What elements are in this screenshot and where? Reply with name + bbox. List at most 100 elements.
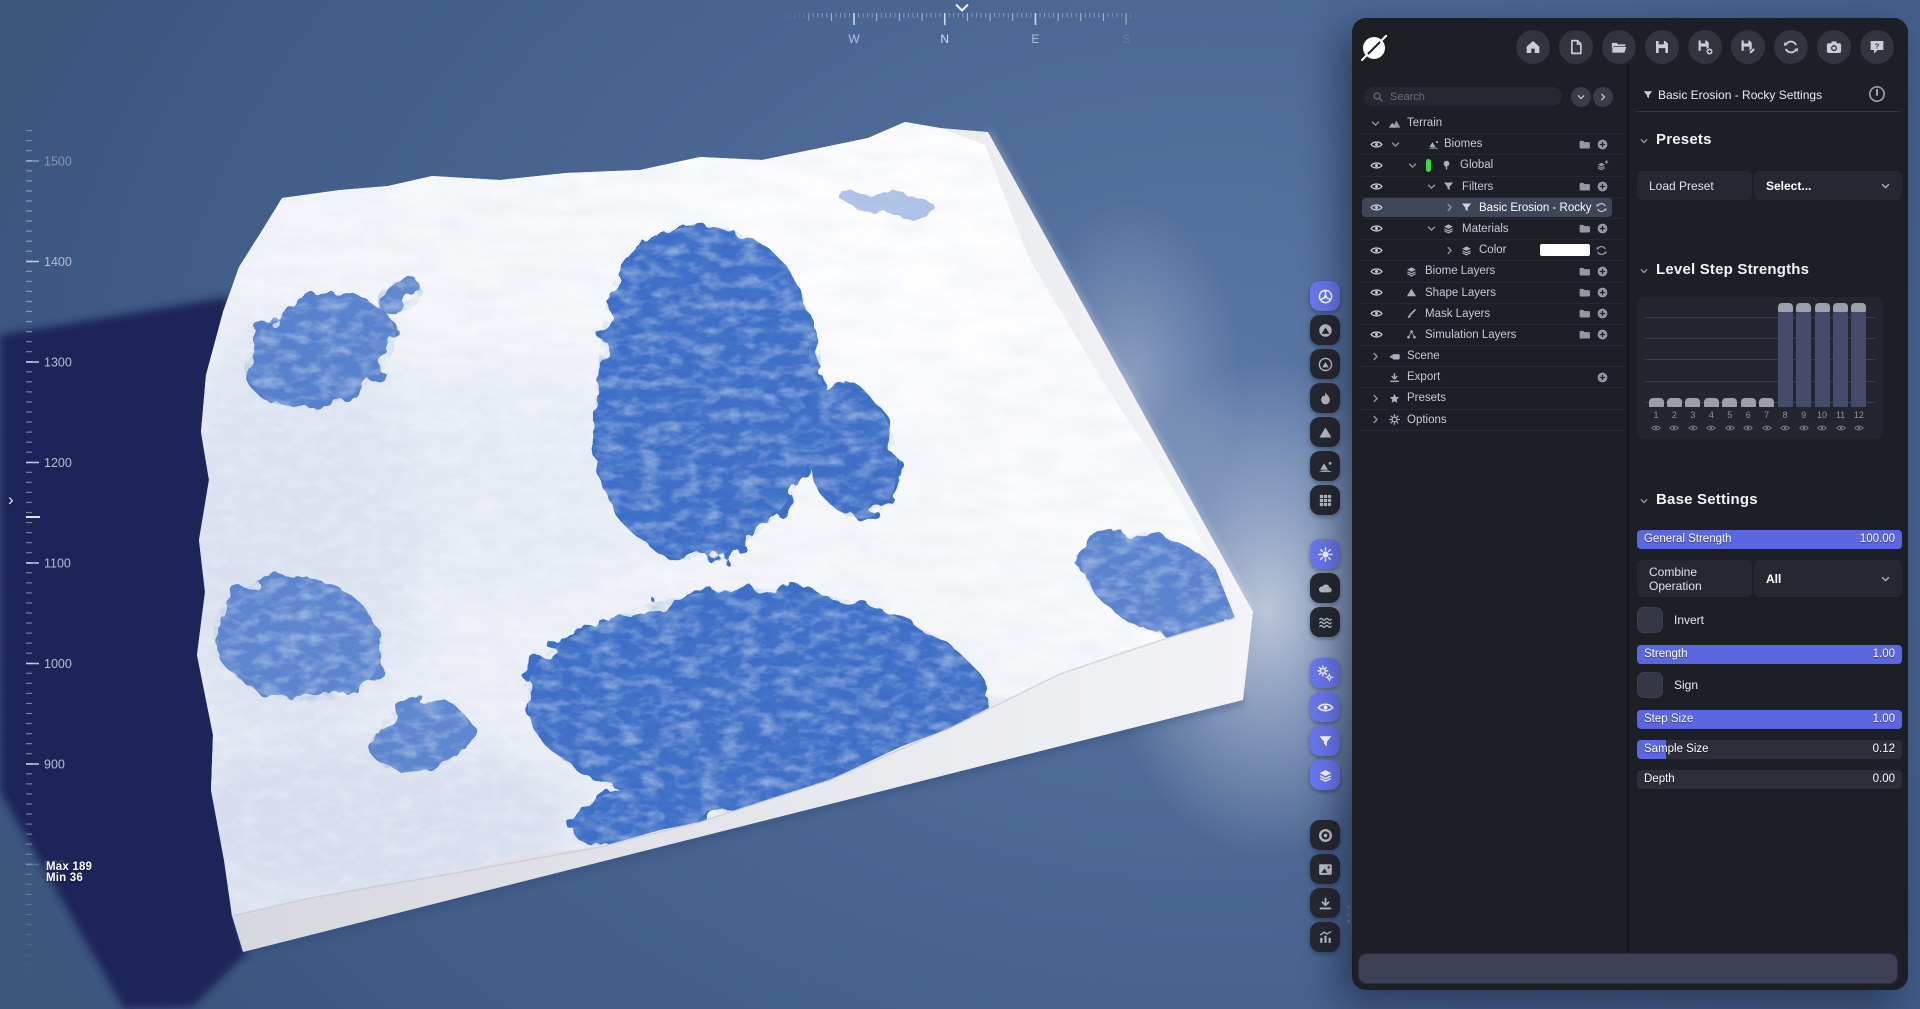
chevron-down-icon[interactable] — [1369, 117, 1382, 130]
view-biome-button[interactable] — [1310, 451, 1340, 481]
depth-slider[interactable]: Depth 0.00 — [1637, 770, 1902, 789]
eye-icon[interactable] — [1799, 423, 1809, 433]
folder-icon[interactable] — [1578, 265, 1591, 278]
add-icon[interactable] — [1596, 371, 1609, 384]
tree-row-materials[interactable]: Materials — [1360, 219, 1624, 240]
chevron-right-icon[interactable] — [1369, 413, 1382, 426]
view-mode-wire-button[interactable] — [1310, 349, 1340, 379]
add-icon[interactable] — [1596, 222, 1609, 235]
presets-section-heading[interactable]: Presets — [1656, 131, 1712, 148]
level-bar-handle[interactable] — [1685, 398, 1700, 407]
show-filters-button[interactable] — [1310, 726, 1340, 756]
tree-row-terrain[interactable]: Terrain — [1360, 113, 1624, 134]
eye-icon[interactable] — [1688, 423, 1698, 433]
add-icon[interactable] — [1596, 265, 1609, 278]
level-bar-handle[interactable] — [1833, 303, 1848, 312]
folder-icon[interactable] — [1578, 328, 1591, 341]
add-icon[interactable] — [1596, 138, 1609, 151]
tree-row-scene[interactable]: Scene — [1360, 346, 1624, 367]
chevron-down-icon[interactable] — [1406, 159, 1419, 172]
collapse-all-button[interactable] — [1571, 87, 1591, 107]
record-button[interactable] — [1310, 820, 1340, 850]
level-bar-handle[interactable] — [1759, 398, 1774, 407]
tree-row-biome-layers[interactable]: Biome Layers — [1360, 261, 1624, 282]
view-heatmap-button[interactable] — [1310, 383, 1340, 413]
chevron-right-icon[interactable] — [1369, 350, 1382, 363]
combine-operation-dropdown[interactable]: All — [1754, 560, 1902, 597]
eye-icon[interactable] — [1370, 307, 1383, 320]
folder-icon[interactable] — [1578, 180, 1591, 193]
eye-icon[interactable] — [1725, 423, 1735, 433]
water-button[interactable] — [1310, 607, 1340, 637]
view-mode-terrain-button[interactable] — [1310, 281, 1340, 311]
eye-icon[interactable] — [1706, 423, 1716, 433]
tree-row-global[interactable]: Global — [1360, 155, 1624, 176]
panel-options-icon[interactable] — [1867, 84, 1887, 104]
chevron-down-icon[interactable] — [1638, 135, 1650, 147]
chevron-down-icon[interactable] — [1638, 495, 1650, 507]
clouds-button[interactable] — [1310, 573, 1340, 603]
tree-row-simulation-layers[interactable]: Simulation Layers — [1360, 325, 1624, 346]
level-section-heading[interactable]: Level Step Strengths — [1656, 261, 1809, 278]
level-bar-handle[interactable] — [1704, 398, 1719, 407]
refresh-icon[interactable] — [1595, 201, 1608, 214]
level-bar-handle[interactable] — [1796, 303, 1811, 312]
help-button[interactable] — [1860, 30, 1894, 64]
add-layer-icon[interactable] — [1596, 159, 1609, 172]
expand-all-button[interactable] — [1593, 87, 1613, 107]
new-file-button[interactable] — [1559, 30, 1593, 64]
invert-checkbox[interactable] — [1637, 607, 1663, 633]
save-edit-button[interactable] — [1731, 30, 1765, 64]
add-icon[interactable] — [1596, 180, 1609, 193]
eye-icon[interactable] — [1854, 423, 1864, 433]
view-grid-button[interactable] — [1310, 485, 1340, 515]
eye-icon[interactable] — [1370, 244, 1383, 257]
refresh-icon[interactable] — [1595, 244, 1608, 257]
eye-icon[interactable] — [1370, 222, 1383, 235]
eye-icon[interactable] — [1370, 180, 1383, 193]
eye-icon[interactable] — [1370, 159, 1383, 172]
home-button[interactable] — [1516, 30, 1550, 64]
tree-row-basic-erosion-rocky[interactable]: Basic Erosion - Rocky — [1360, 198, 1624, 219]
tree-row-mask-layers[interactable]: Mask Layers — [1360, 304, 1624, 325]
eye-icon[interactable] — [1836, 423, 1846, 433]
eye-icon[interactable] — [1370, 138, 1383, 151]
add-icon[interactable] — [1596, 307, 1609, 320]
view-mode-shaded-button[interactable] — [1310, 315, 1340, 345]
level-bar[interactable] — [1815, 312, 1830, 407]
chevron-down-icon[interactable] — [1638, 265, 1650, 277]
sign-checkbox[interactable] — [1637, 672, 1663, 698]
level-bar-handle[interactable] — [1722, 398, 1737, 407]
tree-row-shape-layers[interactable]: Shape Layers — [1360, 283, 1624, 304]
level-bar-handle[interactable] — [1649, 398, 1664, 407]
add-icon[interactable] — [1596, 328, 1609, 341]
tree-row-presets[interactable]: Presets — [1360, 388, 1624, 409]
view-shape-button[interactable] — [1310, 417, 1340, 447]
strength-slider[interactable]: Strength 1.00 — [1637, 645, 1902, 664]
chevron-right-icon[interactable] — [1443, 201, 1456, 214]
compass-ribbon[interactable]: WNES — [782, 2, 1150, 48]
search-input[interactable]: Search — [1364, 87, 1562, 106]
chevron-down-icon[interactable] — [1425, 222, 1438, 235]
snapshot-button[interactable] — [1310, 854, 1340, 884]
level-bar-handle[interactable] — [1851, 303, 1866, 312]
show-layers-button[interactable] — [1310, 760, 1340, 790]
eye-icon[interactable] — [1370, 286, 1383, 299]
folder-icon[interactable] — [1578, 286, 1591, 299]
folder-icon[interactable] — [1578, 138, 1591, 151]
eye-icon[interactable] — [1370, 265, 1383, 278]
left-panel-expand-chevron-icon[interactable]: › — [8, 491, 14, 508]
level-step-strengths-chart[interactable]: 123456789101112 — [1637, 297, 1883, 439]
statistics-button[interactable] — [1310, 922, 1340, 952]
preview-visibility-button[interactable] — [1310, 692, 1340, 722]
folder-icon[interactable] — [1578, 307, 1591, 320]
color-swatch[interactable] — [1540, 244, 1590, 256]
save-button[interactable] — [1645, 30, 1679, 64]
base-section-heading[interactable]: Base Settings — [1656, 491, 1758, 508]
level-bar-handle[interactable] — [1741, 398, 1756, 407]
eye-icon[interactable] — [1370, 201, 1383, 214]
eye-icon[interactable] — [1651, 423, 1661, 433]
eye-icon[interactable] — [1780, 423, 1790, 433]
chevron-right-icon[interactable] — [1443, 244, 1456, 257]
open-project-button[interactable] — [1602, 30, 1636, 64]
